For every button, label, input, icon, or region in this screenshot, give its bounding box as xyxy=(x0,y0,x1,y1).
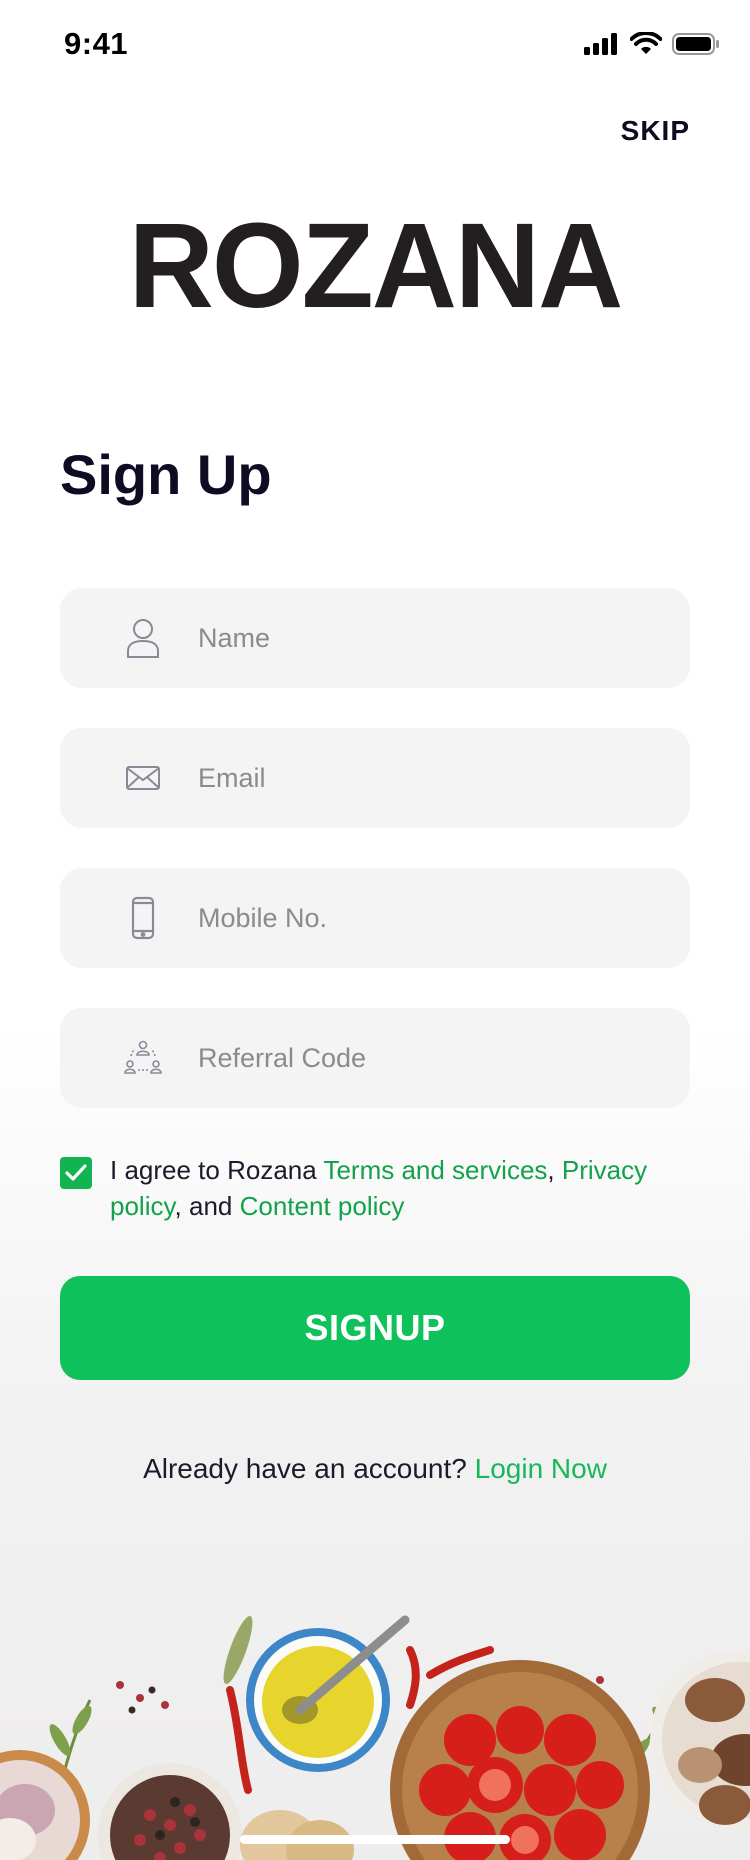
signup-button[interactable]: SIGNUP xyxy=(60,1276,690,1380)
mobile-field[interactable] xyxy=(60,868,690,968)
name-input[interactable] xyxy=(196,607,640,669)
status-icons xyxy=(584,32,720,56)
app-logo: ROZANA xyxy=(128,198,624,334)
battery-icon xyxy=(672,33,719,55)
wifi-icon xyxy=(630,32,662,54)
phone-icon xyxy=(120,895,166,941)
user-icon xyxy=(120,615,166,661)
home-indicator xyxy=(240,1835,510,1844)
check-icon xyxy=(65,1164,87,1181)
login-link[interactable]: Login Now xyxy=(475,1453,607,1484)
signal-icon xyxy=(584,33,617,55)
email-input[interactable] xyxy=(196,747,640,809)
mobile-input[interactable] xyxy=(196,887,640,949)
skip-button[interactable]: SKIP xyxy=(621,115,690,147)
referral-field[interactable] xyxy=(60,1008,690,1108)
agreement-sep-2: , and xyxy=(174,1191,240,1221)
referral-input[interactable] xyxy=(196,1027,640,1089)
agreement-row: I agree to Rozana Terms and services, Pr… xyxy=(60,1152,700,1224)
referral-icon xyxy=(120,1035,166,1081)
agreement-sep-1: , xyxy=(547,1155,562,1185)
page-title: Sign Up xyxy=(60,443,272,506)
login-prompt-text: Already have an account? xyxy=(143,1453,475,1484)
agree-checkbox[interactable] xyxy=(60,1157,92,1189)
food-illustration xyxy=(0,1615,750,1860)
agreement-text: I agree to Rozana Terms and services, Pr… xyxy=(110,1152,700,1224)
terms-link[interactable]: Terms and services xyxy=(323,1155,547,1185)
mail-icon xyxy=(120,755,166,801)
name-field[interactable] xyxy=(60,588,690,688)
login-prompt: Already have an account? Login Now xyxy=(0,1453,750,1485)
content-policy-link[interactable]: Content policy xyxy=(240,1191,405,1221)
agreement-prefix: I agree to Rozana xyxy=(110,1155,324,1185)
status-time: 9:41 xyxy=(64,26,129,61)
email-field[interactable] xyxy=(60,728,690,828)
